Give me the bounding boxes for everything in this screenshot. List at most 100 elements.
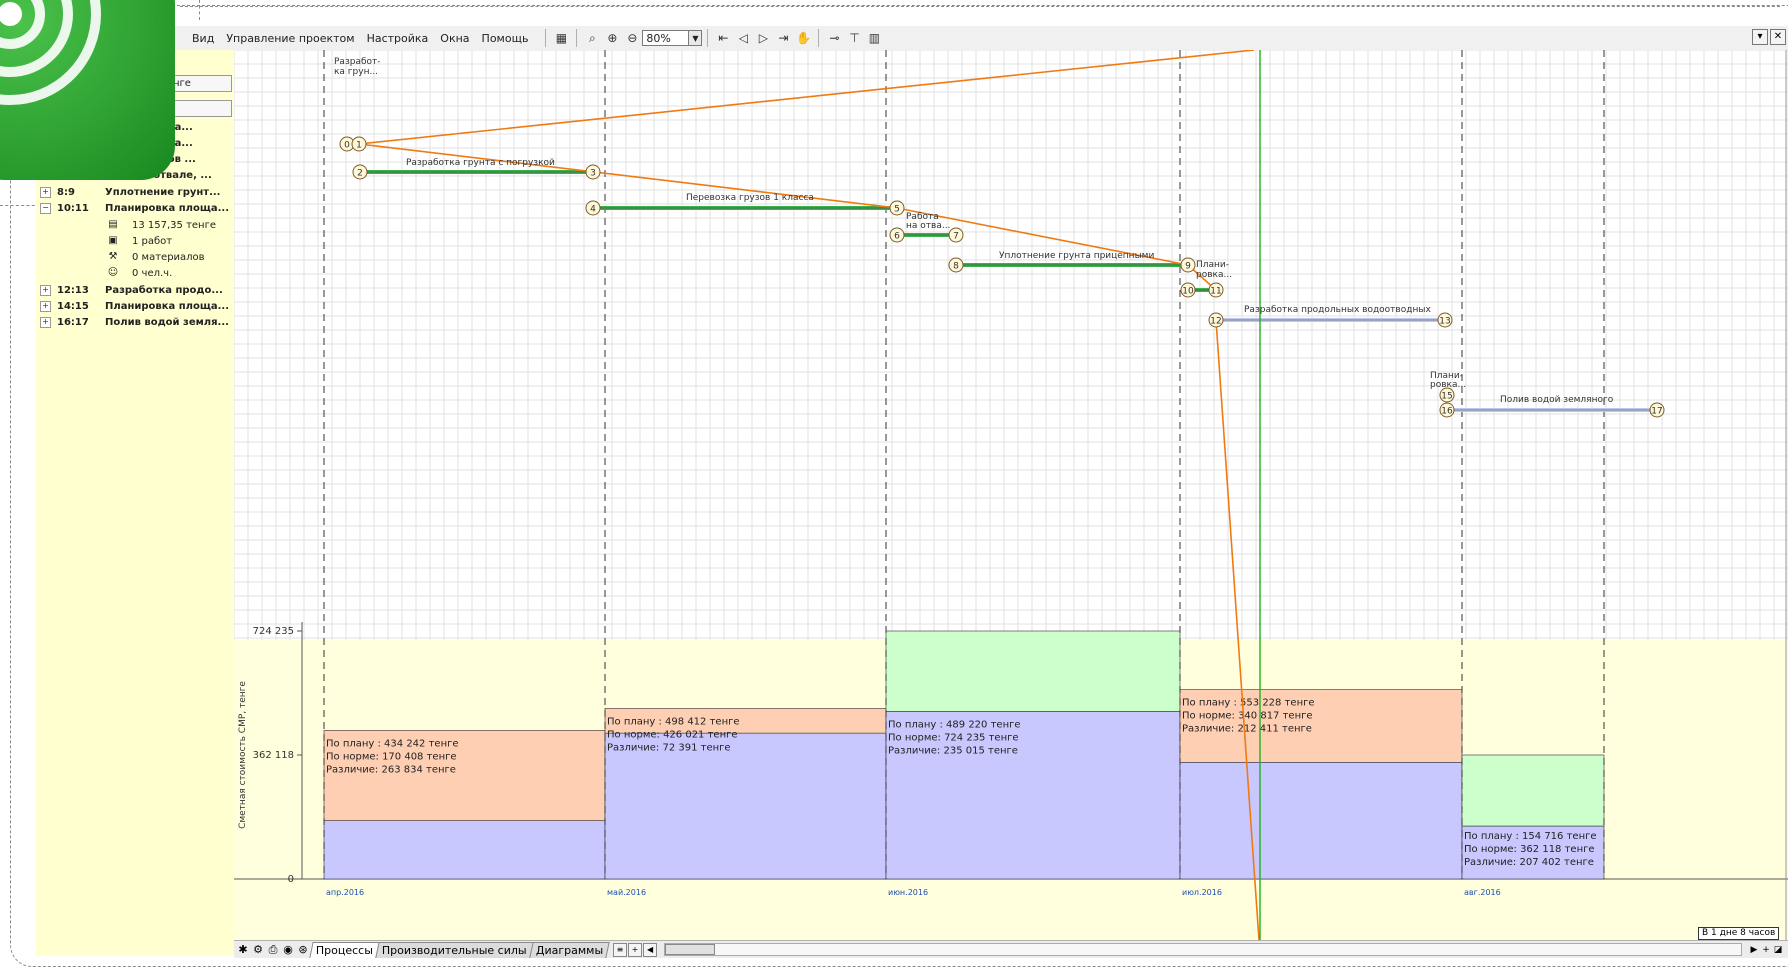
network-background bbox=[234, 50, 1788, 640]
event-node-label: 7 bbox=[953, 232, 959, 242]
window-controls: ▾ ✕ bbox=[1750, 29, 1786, 45]
bar-data-label: По плану : 154 716 тенге bbox=[1464, 831, 1597, 842]
expand-icon[interactable]: + bbox=[40, 300, 51, 312]
bar-data-label: По норме: 362 118 тенге bbox=[1464, 844, 1595, 855]
money-icon: ▤ bbox=[108, 219, 118, 230]
activity-label: Перевозка грузов 1 класса bbox=[686, 193, 814, 203]
bar-data-label: По плану : 553 228 тенге bbox=[1182, 698, 1315, 709]
step-left-icon[interactable]: ◁ bbox=[734, 29, 752, 47]
bar-difference bbox=[885, 630, 1181, 712]
menu-help[interactable]: Помощь bbox=[476, 32, 535, 45]
menu-settings[interactable]: Настройка bbox=[361, 32, 435, 45]
search-icon[interactable]: ⌕ bbox=[583, 29, 601, 47]
chevron-right-icon[interactable]: ▶ bbox=[1748, 944, 1760, 956]
detail-cost: ▤ 13 157,35 тенге bbox=[106, 217, 216, 233]
activity-label: Плани- bbox=[1196, 260, 1229, 270]
globe-icon[interactable]: ⊛ bbox=[296, 943, 310, 957]
move-right-icon[interactable]: ⇥ bbox=[774, 29, 792, 47]
activity-label: Разработка продольных водоотводных bbox=[1244, 305, 1431, 315]
marker-icon[interactable]: ⊤ bbox=[845, 29, 863, 47]
bar-data-label: Различие: 235 015 тенге bbox=[888, 745, 1018, 756]
scroll-controls: ▶ + ◪ bbox=[1748, 944, 1784, 956]
event-node-label: 9 bbox=[1185, 262, 1191, 272]
menu-project-management[interactable]: Управление проектом bbox=[220, 32, 360, 45]
bar-chart-icon[interactable]: ▥ bbox=[865, 29, 883, 47]
activity-label: ровка... bbox=[1430, 380, 1466, 390]
tree-row[interactable]: +8:9 Уплотнение грунт... bbox=[36, 184, 220, 200]
detail-people: ☺ 0 чел.ч. bbox=[107, 267, 173, 279]
tab-processes[interactable]: Процессы bbox=[309, 942, 380, 958]
tree-row[interactable]: +14:15 Планировка площа... bbox=[36, 298, 229, 314]
event-node-label: 10 bbox=[1182, 287, 1194, 297]
x-tick-label: авг.2016 bbox=[1464, 888, 1501, 897]
calendar-icon[interactable]: ▦ bbox=[552, 29, 570, 47]
scrollbar-thumb[interactable] bbox=[665, 944, 716, 955]
tab-resources[interactable]: Производительные силы bbox=[375, 942, 534, 958]
tools-icon[interactable]: ⚙ bbox=[251, 943, 265, 957]
menu-windows[interactable]: Окна bbox=[434, 32, 475, 45]
dashed-vertical-line bbox=[199, 0, 200, 20]
menu-bar: Вид Управление проектом Настройка Окна П… bbox=[36, 26, 1788, 51]
bar-data-label: Различие: 263 834 тенге bbox=[326, 764, 456, 775]
palette-icon[interactable]: ◉ bbox=[281, 943, 295, 957]
y-tick-label: 362 118 bbox=[253, 750, 294, 761]
event-node-label: 0 bbox=[344, 141, 350, 151]
activity-label: Полив водой земляного bbox=[1500, 395, 1614, 405]
settings-icon[interactable]: ✱ bbox=[236, 943, 250, 957]
dashed-left-line bbox=[0, 205, 40, 206]
horizontal-scrollbar[interactable] bbox=[664, 943, 1742, 956]
bar-data-label: Различие: 207 402 тенге bbox=[1464, 857, 1594, 868]
zoom-out-icon[interactable]: ⊖ bbox=[623, 29, 641, 47]
event-node-label: 15 bbox=[1441, 392, 1452, 402]
add-tab-icon[interactable]: + bbox=[628, 942, 643, 957]
bar-data-label: Различие: 72 391 тенге bbox=[607, 742, 731, 753]
tree-row[interactable]: +12:13 Разработка продо... bbox=[36, 282, 223, 298]
zoom-in-icon[interactable]: ⊕ bbox=[603, 29, 621, 47]
menu-view[interactable]: Вид bbox=[186, 32, 220, 45]
tree-row[interactable]: +16:17 Полив водой земля... bbox=[36, 314, 229, 330]
activity-label: Разработка грунта с погрузкой bbox=[406, 158, 555, 168]
expand-icon[interactable]: + bbox=[40, 284, 51, 296]
dropdown-icon[interactable]: ▾ bbox=[1752, 29, 1768, 45]
print-icon[interactable]: ⎙ bbox=[266, 943, 280, 957]
x-tick-label: июл.2016 bbox=[1182, 888, 1222, 897]
x-tick-label: апр.2016 bbox=[326, 888, 364, 897]
event-node-label: 5 bbox=[894, 205, 900, 215]
detail-materials: ⚒ 0 материалов bbox=[106, 249, 205, 265]
list-icon[interactable]: ≡ bbox=[613, 942, 628, 957]
zoom-select[interactable]: 80% ▼ bbox=[642, 30, 703, 46]
close-icon[interactable]: ✕ bbox=[1770, 29, 1786, 45]
expand-icon[interactable]: + bbox=[40, 186, 51, 198]
y-tick-label: 0 bbox=[288, 874, 294, 885]
bar-data-label: По норме: 724 235 тенге bbox=[888, 732, 1019, 743]
pin-icon[interactable]: ⊸ bbox=[825, 29, 843, 47]
resize-icon[interactable]: ◪ bbox=[1772, 944, 1784, 956]
step-right-icon[interactable]: ▷ bbox=[754, 29, 772, 47]
scale-note: В 1 дне 8 часов bbox=[1698, 927, 1780, 940]
chevron-left-icon[interactable]: ◀ bbox=[643, 942, 658, 957]
event-node-label: 17 bbox=[1651, 407, 1662, 417]
status-bar: ✱ ⚙ ⎙ ◉ ⊛ Процессы Производительные силы… bbox=[234, 940, 1788, 958]
event-node-label: 3 bbox=[590, 169, 596, 179]
bar-data-label: По плану : 498 412 тенге bbox=[607, 716, 740, 727]
bar-data-label: По норме: 340 817 тенге bbox=[1182, 711, 1313, 722]
tree-row[interactable]: −10:11 Планировка площа... bbox=[36, 200, 229, 216]
status-icons: ✱ ⚙ ⎙ ◉ ⊛ bbox=[236, 943, 311, 957]
move-left-icon[interactable]: ⇤ bbox=[714, 29, 732, 47]
hand-icon[interactable]: ✋ bbox=[794, 29, 812, 47]
bar-norm bbox=[1179, 761, 1463, 880]
event-node-label: 1 bbox=[356, 141, 362, 151]
toolbar: ▦ ⌕ ⊕ ⊖ 80% ▼ ⇤ ◁ ▷ ⇥ ✋ ⊸ ⊤ ▥ bbox=[540, 29, 884, 47]
chevron-down-icon: ▼ bbox=[688, 31, 702, 45]
x-tick-label: июн.2016 bbox=[888, 888, 928, 897]
event-node-label: 8 bbox=[953, 262, 959, 272]
detail-works: ▣ 1 работ bbox=[106, 233, 172, 249]
add-icon[interactable]: + bbox=[1760, 944, 1772, 956]
activity-label: на отва... bbox=[906, 221, 950, 231]
event-node-label: 13 bbox=[1439, 317, 1450, 327]
activity-label: Разработ- bbox=[334, 57, 381, 67]
tab-diagrams[interactable]: Диаграммы bbox=[529, 942, 610, 958]
bar-norm bbox=[604, 732, 887, 880]
collapse-icon[interactable]: − bbox=[40, 202, 51, 214]
expand-icon[interactable]: + bbox=[40, 316, 51, 328]
